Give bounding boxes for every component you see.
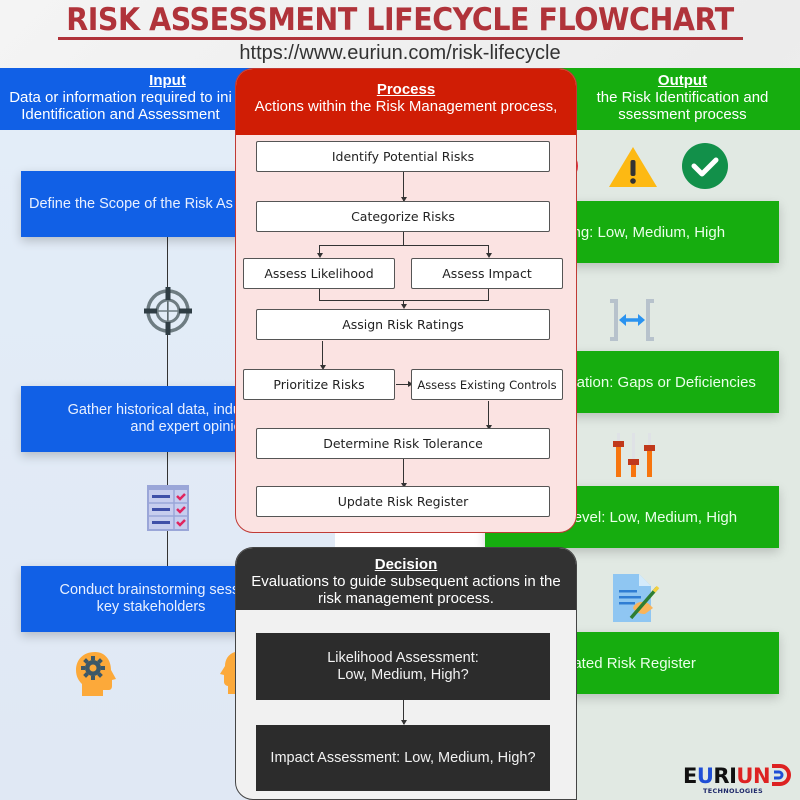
step-categorize-risks[interactable]: Categorize Risks [256,201,550,232]
connector-assign-prioritize [322,341,323,367]
euriun-logo: EURIUN TECHNOLOGIES [683,764,795,798]
connector-categorize-split [403,232,404,245]
input-step-gather-data[interactable]: Gather historical data, industr and expe… [21,386,261,452]
check-circle-icon [682,143,728,189]
step-assess-existing-controls[interactable]: Assess Existing Controls [411,369,563,400]
logo-letter: RI [713,764,737,788]
input-step-text: key stakeholders [96,599,206,615]
document-sign-icon [613,574,660,622]
head-icon-partial [220,652,235,694]
connector-tolerance-update [403,459,404,485]
logo-d-mark-icon [772,764,792,786]
head-gear-icon [76,652,116,696]
logo-tagline: TECHNOLOGIES [703,787,763,795]
step-update-risk-register[interactable]: Update Risk Register [256,486,550,517]
input-step-define-scope[interactable]: Define the Scope of the Risk As [21,171,261,237]
connector-from-impact [488,289,489,300]
decision-text: Low, Medium, High? [337,666,469,683]
step-prioritize-risks[interactable]: Prioritize Risks [243,369,395,400]
input-step-brainstorming[interactable]: Conduct brainstorming sessi key stakehol… [21,566,261,632]
step-assess-likelihood[interactable]: Assess Likelihood [243,258,395,289]
input-step-text: Gather historical data, industr [67,402,257,418]
sliders-icon [613,433,655,477]
checklist-icon [147,485,189,531]
decision-heading: Decision [374,556,438,573]
input-step-text: Define the Scope of the Risk As [29,195,233,212]
step-assign-risk-ratings[interactable]: Assign Risk Ratings [256,309,550,340]
connector-merge-horizontal [319,300,489,301]
decision-panel: Decision Evaluations to guide subsequent… [235,547,577,800]
connector-controls-tolerance [488,401,489,427]
target-crosshair-icon [144,287,192,335]
decision-text: Impact Assessment: Low, Medium, High? [270,749,536,766]
logo-wordmark: EURIUN [683,764,795,787]
decision-likelihood-assessment[interactable]: Likelihood Assessment: Low, Medium, High… [256,633,550,700]
width-arrows-icon [610,299,654,341]
warning-triangle-icon [609,147,657,187]
step-assess-impact[interactable]: Assess Impact [411,258,563,289]
process-header: Process Actions within the Risk Manageme… [236,69,576,135]
logo-letter: UN [736,764,771,788]
decision-description-line2: risk management process. [318,590,494,607]
source-url[interactable]: https://www.euriun.com/risk-lifecycle [0,42,800,65]
connector-split-horizontal [319,245,488,246]
page-title: RISK ASSESSMENT LIFECYCLE FLOWCHART [66,2,734,38]
process-panel: Process Actions within the Risk Manageme… [235,68,577,533]
logo-letter: E [683,764,697,788]
process-description: Actions within the Risk Management proce… [254,98,558,115]
step-identify-potential-risks[interactable]: Identify Potential Risks [256,141,550,172]
connector-from-likelihood [319,289,320,300]
decision-text: Likelihood Assessment: [327,649,479,666]
step-determine-risk-tolerance[interactable]: Determine Risk Tolerance [256,428,550,459]
decision-impact-assessment[interactable]: Impact Assessment: Low, Medium, High? [256,725,550,791]
decision-description-line1: Evaluations to guide subsequent actions … [251,573,561,590]
decision-header: Decision Evaluations to guide subsequent… [236,548,576,610]
title-underline [58,37,743,40]
process-heading: Process [376,81,436,98]
logo-letter: U [696,764,714,788]
input-step-text: Conduct brainstorming sessi [59,582,243,598]
